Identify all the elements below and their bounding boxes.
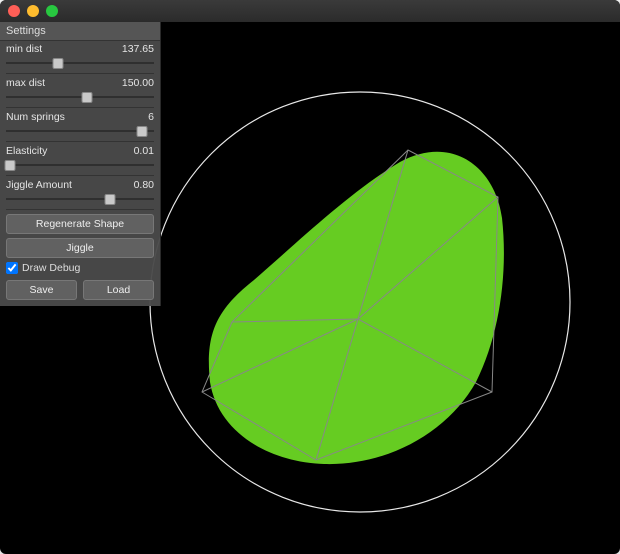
draw-debug-input[interactable] — [6, 262, 18, 274]
window-zoom-button[interactable] — [46, 5, 58, 17]
settings-panel: Settings min dist 137.65 max dist 150.00 Num… — [0, 22, 161, 306]
window-close-button[interactable] — [8, 5, 20, 17]
slider-label: Num springs — [6, 111, 65, 123]
slider-row-min-dist: min dist 137.65 — [0, 41, 160, 74]
slider-label: Jiggle Amount — [6, 179, 72, 191]
load-button[interactable]: Load — [83, 280, 154, 300]
slider-track[interactable] — [6, 192, 154, 206]
titlebar — [0, 0, 620, 22]
slider-thumb[interactable] — [82, 92, 93, 103]
slider-label: max dist — [6, 77, 45, 89]
slider-track[interactable] — [6, 56, 154, 70]
slider-label: min dist — [6, 43, 42, 55]
slider-value: 150.00 — [106, 77, 154, 89]
slider-thumb[interactable] — [5, 160, 16, 171]
slider-label: Elasticity — [6, 145, 47, 157]
slider-track[interactable] — [6, 124, 154, 138]
slider-thumb[interactable] — [52, 58, 63, 69]
panel-title: Settings — [0, 22, 160, 41]
slider-row-max-dist: max dist 150.00 — [0, 75, 160, 108]
slider-track[interactable] — [6, 158, 154, 172]
save-button[interactable]: Save — [6, 280, 77, 300]
slider-thumb[interactable] — [137, 126, 148, 137]
slider-thumb[interactable] — [104, 194, 115, 205]
regenerate-shape-button[interactable]: Regenerate Shape — [6, 214, 154, 234]
draw-debug-label: Draw Debug — [22, 262, 80, 274]
slider-row-num-springs: Num springs 6 — [0, 109, 160, 142]
content-area: Settings min dist 137.65 max dist 150.00 Num… — [0, 22, 620, 554]
slider-row-jiggle-amount: Jiggle Amount 0.80 — [0, 177, 160, 210]
draw-debug-checkbox[interactable]: Draw Debug — [0, 258, 160, 276]
slider-track[interactable] — [6, 90, 154, 104]
jiggle-button[interactable]: Jiggle — [6, 238, 154, 258]
window-minimize-button[interactable] — [27, 5, 39, 17]
slider-value: 6 — [106, 111, 154, 123]
slider-row-elasticity: Elasticity 0.01 — [0, 143, 160, 176]
slider-value: 137.65 — [106, 43, 154, 55]
app-window: Settings min dist 137.65 max dist 150.00 Num… — [0, 0, 620, 554]
slider-value: 0.80 — [106, 179, 154, 191]
slider-value: 0.01 — [106, 145, 154, 157]
